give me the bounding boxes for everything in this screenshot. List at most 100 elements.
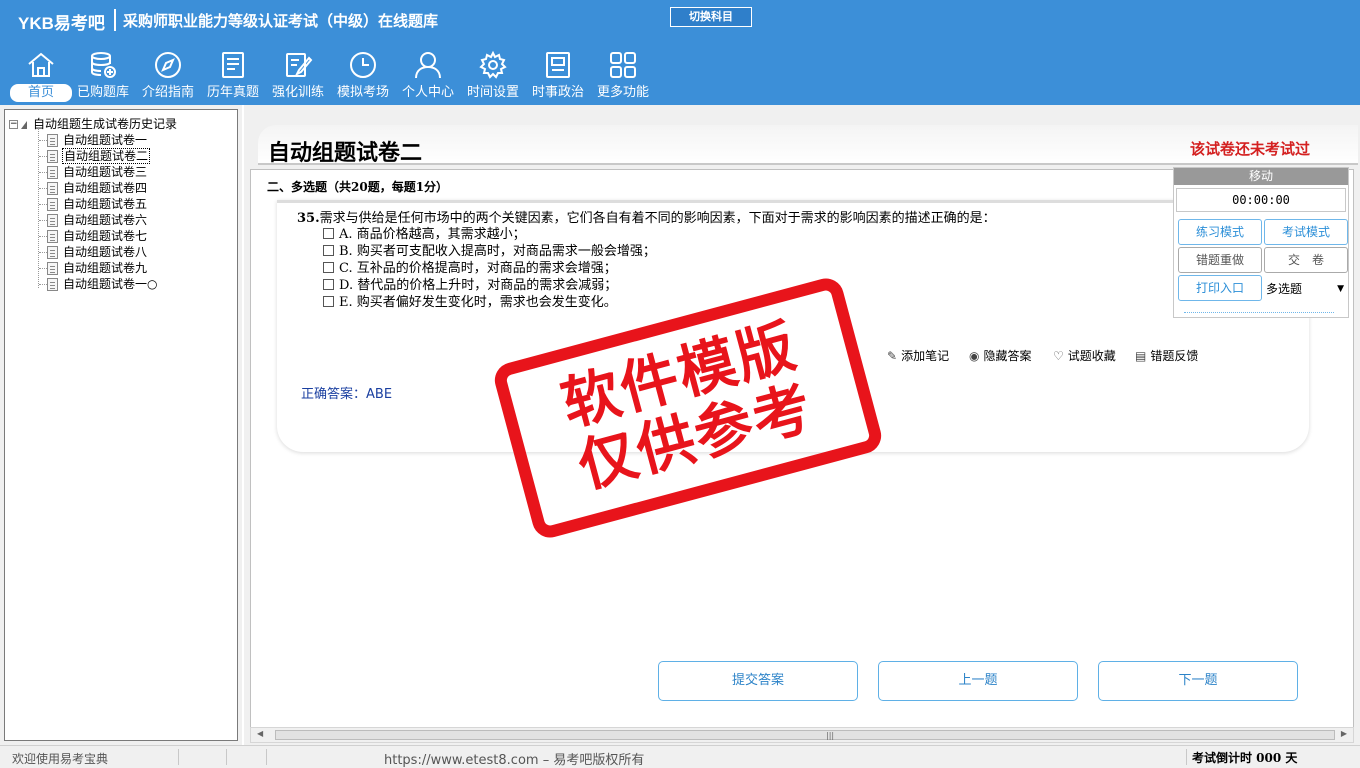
tree-item[interactable]: 自动组题试卷五 [39, 196, 147, 212]
switch-subject-button[interactable]: 切换科目 [670, 7, 752, 27]
nav-past-exams[interactable]: 历年真题 [200, 46, 266, 104]
nav-more-features[interactable]: 更多功能 [590, 46, 656, 104]
chevron-down-icon: ▼ [1337, 284, 1344, 294]
gear-icon [479, 50, 507, 79]
tree-item[interactable]: 自动组题试卷八 [39, 244, 147, 260]
timer-panel-drag-handle[interactable]: 移动 [1174, 168, 1348, 185]
status-separator [1186, 749, 1187, 765]
correct-answer: 正确答案：ABE [301, 387, 393, 402]
prev-question-button[interactable]: 上一题 [878, 661, 1078, 701]
option-checkbox[interactable] [323, 279, 334, 290]
status-separator [226, 749, 227, 765]
tree-item[interactable]: 自动组题试卷六 [39, 212, 147, 228]
nav-current-affairs[interactable]: 时事政治 [525, 46, 591, 104]
tree-root-label: 自动组题生成试卷历史记录 [33, 117, 178, 131]
status-separator [178, 749, 179, 765]
nav-label: 已购题库 [76, 85, 129, 100]
heart-icon: ♡ [1053, 349, 1064, 363]
document-icon [47, 198, 58, 211]
scrollbar-thumb[interactable]: ||| [275, 730, 1335, 740]
user-icon [415, 52, 441, 79]
option-checkbox[interactable] [323, 228, 334, 239]
history-tree[interactable]: − 自动组题生成试卷历史记录 自动组题试卷一 自动组题试卷二 自动组题试卷三 自动… [4, 109, 238, 741]
practice-mode-button[interactable]: 练习模式 [1178, 219, 1262, 245]
logo-separator [114, 9, 116, 31]
nav-purchased[interactable]: 已购题库 [70, 46, 136, 104]
nav-label: 首页 [10, 84, 72, 102]
panel-divider [1184, 312, 1334, 313]
exam-countdown: 考试倒计时 000 天 [1192, 751, 1298, 765]
question-number: 35. [297, 211, 320, 226]
nav-personal-center[interactable]: 个人中心 [395, 46, 461, 104]
redo-wrong-button[interactable]: 错题重做 [1178, 247, 1262, 273]
document-icon [47, 278, 58, 291]
hand-in-button[interactable]: 交 卷 [1264, 247, 1348, 273]
home-icon [28, 52, 54, 77]
question-stem: 需求与供给是任何市场中的两个关键因素，它们各自有着不同的影响因素，下面对于需求的… [319, 211, 996, 226]
section-title: 二、多选题（共20题，每题1分） [267, 180, 449, 194]
grip-icon: ||| [826, 731, 835, 740]
grid-icon [610, 52, 636, 78]
favorite-button[interactable]: ♡ 试题收藏 [1053, 347, 1116, 364]
nav-home[interactable]: 首页 [8, 46, 74, 104]
add-note-button[interactable]: ✎ 添加笔记 [887, 347, 949, 364]
compass-icon [155, 52, 181, 78]
title-divider [258, 163, 1358, 165]
edit-icon [286, 53, 313, 77]
option-d[interactable]: D. 替代品的价格上升时，对商品的需求会减弱； [323, 278, 617, 294]
tree-item[interactable]: 自动组题试卷七 [39, 228, 147, 244]
app-title: 采购师职业能力等级认证考试（中级）在线题库 [123, 12, 439, 30]
option-a[interactable]: A. 商品价格越高，其需求越小； [323, 227, 526, 243]
nav-label: 模拟考场 [336, 85, 389, 100]
document-icon [47, 166, 58, 179]
exam-mode-button[interactable]: 考试模式 [1264, 219, 1348, 245]
print-button[interactable]: 打印入口 [1178, 275, 1262, 301]
news-icon [546, 52, 570, 78]
option-e[interactable]: E. 购买者偏好发生变化时，需求也会发生变化。 [323, 295, 617, 311]
hide-answer-button[interactable]: ◉ 隐藏答案 [969, 347, 1032, 364]
paper-status: 该试卷还未考试过 [1190, 140, 1311, 158]
nav-label: 个人中心 [401, 85, 454, 100]
collapse-toggle-icon[interactable]: − [9, 120, 18, 129]
tree-item[interactable]: 自动组题试卷二 [39, 148, 151, 164]
nav-label: 时间设置 [466, 85, 519, 100]
horizontal-scrollbar[interactable]: ◀ ||| ▶ [250, 727, 1354, 743]
tree-root[interactable]: − 自动组题生成试卷历史记录 [9, 115, 177, 132]
option-b[interactable]: B. 购买者可支配收入提高时，对商品需求一般会增强； [323, 244, 656, 260]
tree-item[interactable]: 自动组题试卷四 [39, 180, 147, 196]
nav-guide[interactable]: 介绍指南 [135, 46, 201, 104]
question-text: 35.需求与供给是任何市场中的两个关键因素，它们各自有着不同的影响因素，下面对于… [297, 207, 996, 226]
document-icon [47, 150, 58, 163]
timer-panel: 移动 00:00:00 练习模式 考试模式 错题重做 交 卷 打印入口 多选题 ▼ [1173, 167, 1349, 318]
nav-label: 历年真题 [206, 85, 259, 100]
document-icon [47, 214, 58, 227]
option-c[interactable]: C. 互补品的价格提高时，对商品的需求会增强； [323, 261, 617, 277]
nav-intensive-training[interactable]: 强化训练 [265, 46, 331, 104]
status-bar: 欢迎使用易考宝典 https://www.etest8.com – 易考吧版权所… [0, 745, 1360, 768]
list-icon [222, 52, 244, 78]
question-type-select[interactable]: 多选题 ▼ [1262, 275, 1348, 301]
copyright-text: https://www.etest8.com – 易考吧版权所有 [384, 753, 645, 768]
tree-item[interactable]: 自动组题试卷九 [39, 260, 147, 276]
answer-value: ABE [366, 387, 393, 402]
option-checkbox[interactable] [323, 262, 334, 273]
elapsed-time: 00:00:00 [1176, 188, 1346, 212]
feedback-button[interactable]: ▤ 错题反馈 [1135, 347, 1198, 364]
app-header: YKB易考吧 采购师职业能力等级认证考试（中级）在线题库 切换科目 首页 已购题… [0, 0, 1360, 105]
option-checkbox[interactable] [323, 296, 334, 307]
nav-label: 更多功能 [596, 85, 649, 100]
welcome-text: 欢迎使用易考宝典 [12, 752, 109, 766]
tree-item[interactable]: 自动组题试卷一○ [39, 276, 157, 292]
tree-item[interactable]: 自动组题试卷一 [39, 132, 147, 148]
nav-label: 强化训练 [271, 85, 324, 100]
scroll-left-icon[interactable]: ◀ [257, 729, 263, 738]
option-checkbox[interactable] [323, 245, 334, 256]
sidebar: − 自动组题生成试卷历史记录 自动组题试卷一 自动组题试卷二 自动组题试卷三 自动… [0, 105, 242, 745]
nav-time-settings[interactable]: 时间设置 [460, 46, 526, 104]
tree-item[interactable]: 自动组题试卷三 [39, 164, 147, 180]
submit-answer-button[interactable]: 提交答案 [658, 661, 858, 701]
next-question-button[interactable]: 下一题 [1098, 661, 1298, 701]
nav-mock-exam[interactable]: 模拟考场 [330, 46, 396, 104]
scroll-right-icon[interactable]: ▶ [1341, 729, 1347, 738]
document-icon [47, 262, 58, 275]
